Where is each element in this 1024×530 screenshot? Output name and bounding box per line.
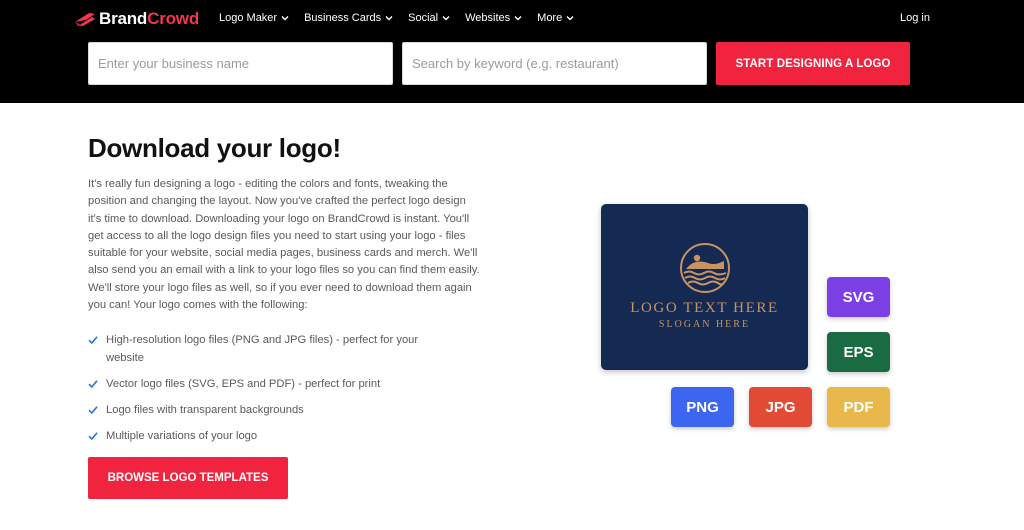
- nav-label: More: [537, 12, 563, 24]
- check-icon: [88, 336, 98, 345]
- check-icon: [88, 432, 98, 440]
- nav-label: Business Cards: [304, 12, 382, 24]
- check-icon: [88, 379, 98, 388]
- start-designing-button[interactable]: START DESIGNING A LOGO: [716, 42, 910, 85]
- chevron-down-icon: [442, 16, 450, 21]
- brand-name: BrandCrowd: [99, 9, 200, 28]
- intro-paragraph: It's really fun designing a logo - editi…: [88, 178, 480, 312]
- nav-social[interactable]: Social: [408, 12, 450, 24]
- feature-text: Logo files with transparent backgrounds: [106, 403, 304, 416]
- chevron-down-icon: [514, 16, 522, 21]
- business-name-input[interactable]: [88, 42, 393, 85]
- format-badge-jpg: JPG: [749, 387, 812, 427]
- format-badge-png: PNG: [671, 387, 734, 427]
- feature-text: High-resolution logo files (PNG and JPG …: [106, 334, 419, 364]
- feature-list: High-resolution logo files (PNG and JPG …: [88, 332, 448, 454]
- page-title: Download your logo!: [88, 133, 341, 163]
- list-item: Multiple variations of your logo: [88, 428, 448, 446]
- nav-more[interactable]: More: [537, 12, 574, 24]
- chevron-down-icon: [385, 16, 393, 21]
- brandcrowd-logo-icon: [75, 13, 95, 26]
- nav-logo-maker[interactable]: Logo Maker: [219, 12, 289, 24]
- feature-text: Multiple variations of your logo: [106, 429, 258, 442]
- list-item: Logo files with transparent backgrounds: [88, 402, 448, 420]
- login-link[interactable]: Log in: [900, 12, 930, 24]
- swimmer-emblem-icon: [680, 243, 730, 293]
- format-badge-eps: EPS: [827, 332, 890, 372]
- preview-logo-text: LOGO TEXT HERE: [630, 300, 779, 316]
- nav-label: Social: [408, 12, 439, 24]
- format-badge-pdf: PDF: [827, 387, 890, 427]
- chevron-down-icon: [281, 16, 289, 21]
- browse-logo-templates-button[interactable]: BROWSE LOGO TEMPLATES: [88, 457, 288, 499]
- nav-business-cards[interactable]: Business Cards: [304, 12, 393, 24]
- main-nav: Logo Maker Business Cards Social Website…: [219, 12, 589, 24]
- brandcrowd-logo[interactable]: BrandCrowd: [74, 8, 199, 30]
- chevron-down-icon: [566, 16, 574, 21]
- feature-text: Vector logo files (SVG, EPS and PDF) - p…: [106, 377, 381, 390]
- nav-label: Logo Maker: [219, 12, 278, 24]
- nav-label: Websites: [465, 12, 511, 24]
- format-badge-svg: SVG: [827, 277, 890, 317]
- logo-preview-card: LOGO TEXT HERE SLOGAN HERE: [601, 204, 808, 370]
- list-item: Vector logo files (SVG, EPS and PDF) - p…: [88, 376, 448, 394]
- keyword-search-input[interactable]: [402, 42, 707, 85]
- list-item: High-resolution logo files (PNG and JPG …: [88, 332, 448, 367]
- top-header: BrandCrowd Logo Maker Business Cards Soc…: [0, 0, 1024, 103]
- check-icon: [88, 405, 98, 414]
- preview-slogan: SLOGAN HERE: [658, 319, 751, 330]
- nav-websites[interactable]: Websites: [465, 12, 522, 24]
